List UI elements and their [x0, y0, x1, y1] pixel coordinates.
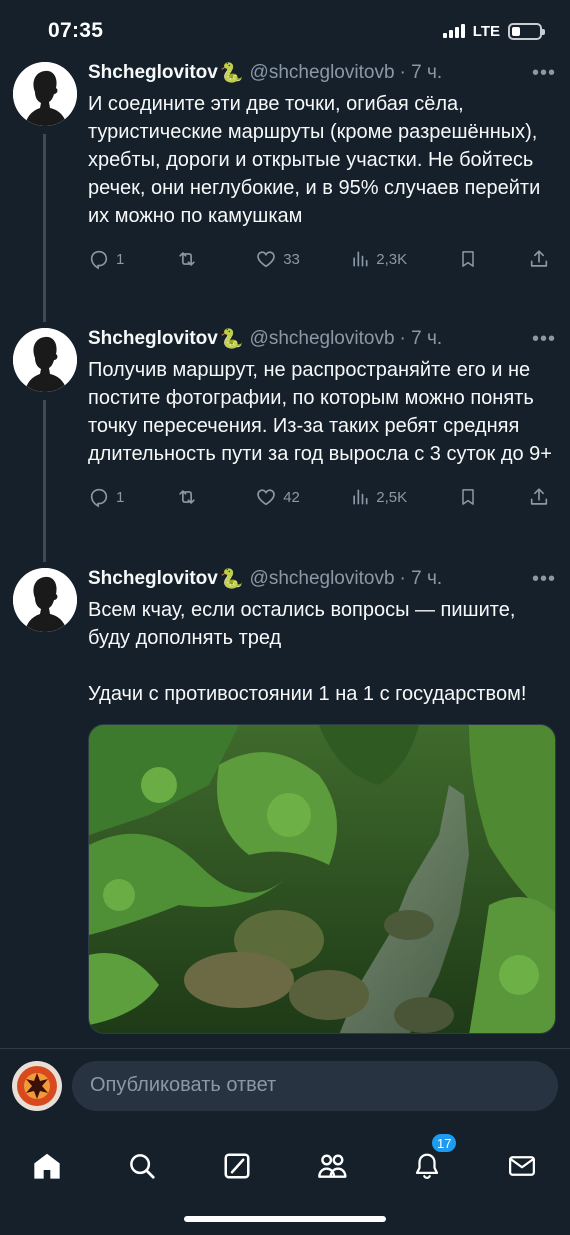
tweet[interactable]: Shcheglovitov 🐍 @shcheglovitovb · 7 ч. •… — [0, 56, 570, 322]
retweet-button[interactable] — [175, 248, 205, 270]
snake-emoji: 🐍 — [219, 329, 244, 350]
tweet-photo[interactable] — [88, 724, 556, 1034]
avatar[interactable] — [13, 62, 77, 126]
nav-home[interactable] — [25, 1144, 69, 1188]
user-avatar-image — [12, 1060, 62, 1111]
notifications-icon — [415, 1153, 439, 1179]
thread-line — [43, 134, 46, 322]
retweet-button[interactable] — [175, 486, 205, 508]
battery-level — [512, 26, 520, 36]
tweet[interactable]: Shcheglovitov 🐍 @shcheglovitovb · 7 ч. •… — [0, 562, 570, 1034]
nav-messages[interactable] — [500, 1144, 544, 1188]
reply-button[interactable]: 1 — [88, 248, 124, 270]
status-bar: 07:35 LTE — [0, 0, 570, 62]
bookmark-button[interactable] — [458, 248, 478, 270]
tweet-header: Shcheglovitov 🐍 @shcheglovitovb · 7 ч. — [88, 562, 552, 596]
communities-icon — [318, 1154, 347, 1178]
like-button[interactable]: 33 — [255, 248, 300, 270]
tweet-header: Shcheglovitov 🐍 @shcheglovitovb · 7 ч. — [88, 322, 552, 356]
views-icon — [353, 489, 368, 505]
bookmark-icon — [461, 489, 474, 505]
reply-icon — [90, 250, 108, 270]
more-icon[interactable]: ••• — [532, 328, 556, 351]
share-button[interactable] — [528, 248, 550, 270]
author-name[interactable]: Shcheglovitov — [88, 568, 218, 590]
tweet-text: Получив маршрут, не распространяйте его … — [88, 359, 552, 465]
views-icon — [353, 251, 368, 267]
more-icon[interactable]: ••• — [532, 568, 556, 591]
tweet[interactable]: Shcheglovitov 🐍 @shcheglovitovb · 7 ч. •… — [0, 322, 570, 562]
heart-icon — [257, 489, 275, 506]
status-indicators: LTE — [442, 22, 545, 40]
battery-icon — [508, 22, 545, 40]
tweet-actions: 1 42 2,5K — [88, 480, 550, 514]
messages-icon — [509, 1156, 535, 1176]
snake-emoji: 🐍 — [219, 569, 244, 590]
signal-icon — [442, 24, 465, 38]
avatar-silhouette-icon — [13, 62, 77, 126]
author-name[interactable]: Shcheglovitov — [88, 62, 218, 84]
view-count: 2,5K — [376, 488, 408, 506]
tweet-text: И соедините эти две точки, огибая сёла, … — [88, 93, 541, 227]
view-count: 2,3K — [376, 250, 408, 268]
snake-emoji: 🐍 — [219, 63, 244, 84]
retweet-icon — [179, 252, 195, 266]
author-handle[interactable]: @shcheglovitovb — [250, 62, 395, 84]
avatar[interactable] — [13, 568, 77, 632]
more-icon[interactable]: ••• — [532, 62, 556, 85]
share-icon — [530, 250, 548, 267]
home-icon — [34, 1153, 60, 1179]
reply-count: 1 — [116, 488, 125, 506]
bookmark-icon — [461, 251, 474, 267]
like-button[interactable]: 42 — [255, 486, 300, 508]
tweet-time[interactable]: · 7 ч. — [400, 62, 443, 84]
avatar-silhouette-icon — [13, 568, 77, 632]
notifications-badge: 17 — [430, 1132, 459, 1154]
user-avatar[interactable] — [12, 1060, 62, 1111]
like-count: 33 — [283, 250, 300, 268]
avatar[interactable] — [13, 328, 77, 392]
tweet-header: Shcheglovitov 🐍 @shcheglovitovb · 7 ч. — [88, 56, 552, 90]
views-button[interactable]: 2,3K — [350, 249, 407, 269]
tweet-actions: 1 33 2,3K — [88, 242, 550, 276]
author-handle[interactable]: @shcheglovitovb — [250, 328, 395, 350]
bookmark-button[interactable] — [458, 486, 478, 508]
reply-button[interactable]: 1 — [88, 486, 124, 508]
author-name[interactable]: Shcheglovitov — [88, 328, 218, 350]
reply-count: 1 — [116, 250, 125, 268]
network-type: LTE — [472, 22, 500, 40]
reply-bar: Опубликовать ответ — [0, 1048, 570, 1122]
nav-communities[interactable] — [310, 1144, 354, 1188]
avatar-silhouette-icon — [13, 328, 77, 392]
tweet-time[interactable]: · 7 ч. — [400, 328, 443, 350]
reply-icon — [90, 488, 108, 508]
grok-icon — [224, 1153, 250, 1179]
share-button[interactable] — [528, 486, 550, 508]
forest-stream-photo — [89, 725, 555, 1033]
nav-search[interactable] — [120, 1144, 164, 1188]
search-icon — [130, 1154, 155, 1179]
heart-icon — [257, 251, 275, 268]
author-handle[interactable]: @shcheglovitovb — [250, 568, 395, 590]
like-count: 42 — [283, 488, 300, 506]
reply-input[interactable]: Опубликовать ответ — [72, 1060, 558, 1111]
nav-grok[interactable] — [215, 1144, 259, 1188]
tweet-thread: Shcheglovitov 🐍 @shcheglovitovb · 7 ч. •… — [0, 56, 570, 1034]
views-button[interactable]: 2,5K — [350, 487, 407, 507]
share-icon — [530, 488, 548, 505]
retweet-icon — [179, 490, 195, 504]
thread-line — [43, 400, 46, 562]
home-indicator[interactable] — [184, 1216, 386, 1222]
tweet-text: Всем кчау, если остались вопросы — пишит… — [88, 599, 527, 705]
tweet-time[interactable]: · 7 ч. — [400, 568, 443, 590]
status-time: 07:35 — [48, 19, 104, 42]
